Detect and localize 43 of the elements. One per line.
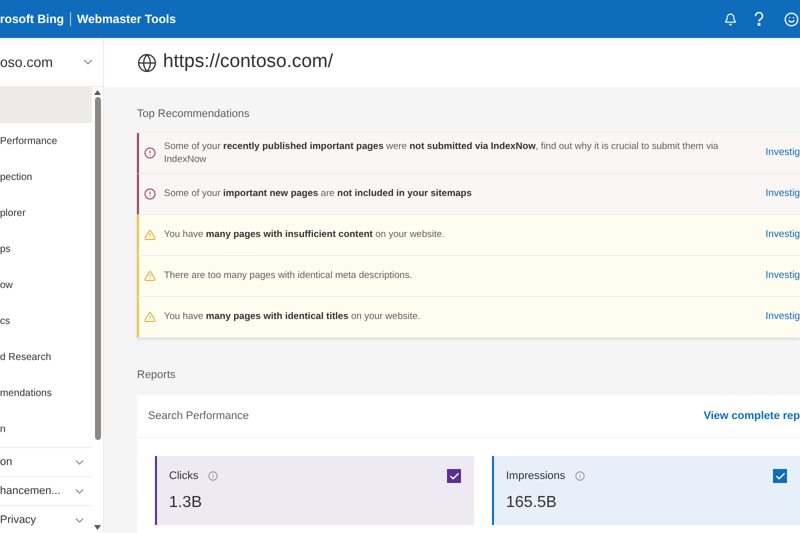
globe-icon	[137, 52, 157, 72]
nav-group[interactable]: hancemen...	[0, 476, 92, 505]
investigate-link[interactable]: Investig	[766, 227, 800, 242]
section-title: Top Recommendations	[137, 107, 251, 122]
recommendation-text: Some of your recently published important pages were not submitted via IndexNow, find out why it is crucial to submit them via IndexNow	[164, 140, 720, 166]
scroll-up-icon[interactable]	[94, 90, 101, 95]
recommendation-text: There are too many pages with identical meta descriptions.	[164, 269, 414, 282]
error-icon	[144, 188, 156, 200]
warning-icon	[144, 310, 156, 322]
recommendation-text: You have many pages with insufficient content on your website.	[164, 228, 446, 241]
recommendation-text: You have many pages with identical titles on your website.	[164, 310, 422, 323]
view-report-link[interactable]: View complete rep	[704, 408, 800, 424]
metric-checkbox[interactable]	[447, 469, 461, 484]
metric-label: Impressions	[506, 469, 566, 484]
check-icon	[774, 470, 786, 482]
help-icon[interactable]	[754, 12, 764, 26]
error-icon	[144, 146, 156, 158]
site-selector[interactable]: oso.com	[0, 52, 53, 72]
nav-group[interactable]: Privacy	[0, 505, 92, 533]
investigate-link[interactable]: Investig	[766, 186, 800, 201]
metric-label: Clicks	[169, 469, 198, 484]
metric-checkbox[interactable]	[773, 469, 787, 484]
info-icon[interactable]	[575, 471, 586, 482]
card-title: Search Performance	[148, 408, 249, 424]
nav-group[interactable]: on	[0, 447, 92, 476]
warning-icon	[144, 270, 156, 282]
scrollbar-thumb[interactable]	[94, 97, 100, 440]
site-url: https://contoso.com/	[163, 50, 334, 74]
notifications-icon[interactable]	[724, 12, 737, 26]
recommendation-text: Some of your important new pages are not included in your sitemaps	[164, 187, 473, 200]
brand-name: rosoft Bing	[0, 11, 64, 28]
metric-value: 165.5B	[506, 492, 558, 512]
scroll-down-icon[interactable]	[94, 525, 101, 530]
investigate-link[interactable]: Investig	[766, 268, 800, 283]
check-icon	[448, 470, 460, 482]
warning-icon	[144, 228, 156, 240]
product-name: Webmaster Tools	[77, 11, 176, 28]
info-icon[interactable]	[208, 471, 218, 482]
investigate-link[interactable]: Investig	[766, 145, 800, 160]
investigate-link[interactable]: Investig	[766, 309, 800, 324]
metric-value: 1.3B	[169, 492, 203, 512]
feedback-icon[interactable]	[784, 12, 799, 26]
section-title: Reports	[137, 368, 177, 382]
